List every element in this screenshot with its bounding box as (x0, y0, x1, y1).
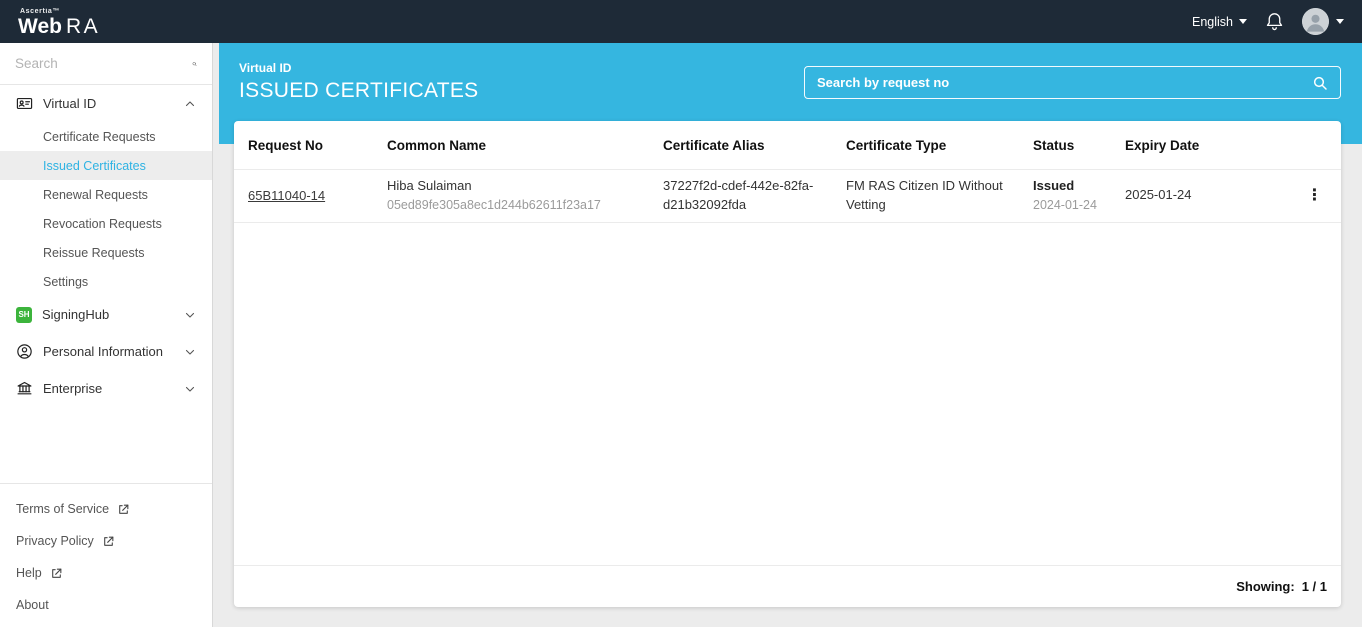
ascertia-brand-text: Ascertia™ (20, 8, 61, 15)
avatar (1302, 8, 1329, 35)
chevron-up-icon (185, 100, 195, 106)
column-header-common-name: Common Name (387, 137, 487, 153)
virtual-id-submenu: Certificate Requests Issued Certificates… (0, 122, 212, 296)
certificate-type: FM RAS Citizen ID Without Vetting (846, 178, 1003, 212)
certificate-alias-cell: 37227f2d-cdef-442e-82fa-d21b32092fda (649, 177, 832, 215)
status-cell: Issued 2024-01-24 (1019, 177, 1111, 214)
topbar-actions: English (1192, 8, 1344, 35)
notifications-bell-icon[interactable] (1264, 11, 1285, 32)
breadcrumb: Virtual ID (239, 61, 292, 75)
showing-label: Showing: (1236, 579, 1295, 594)
showing-value: 1 / 1 (1301, 579, 1327, 594)
sidebar-item-certificate-requests[interactable]: Certificate Requests (0, 122, 212, 151)
help-link[interactable]: Help (0, 557, 212, 589)
external-link-icon (51, 568, 62, 578)
about-label: About (16, 598, 49, 612)
request-search-input[interactable] (817, 75, 1312, 90)
page-title: ISSUED CERTIFICATES (239, 79, 479, 102)
terms-of-service-label: Terms of Service (16, 502, 110, 516)
column-header-status: Status (1033, 137, 1075, 153)
help-label: Help (16, 566, 42, 580)
external-link-icon (103, 536, 114, 546)
sidebar-search (0, 43, 212, 85)
common-name-cell: Hiba Sulaiman 05ed89fe305a8ec1d244b62611… (373, 177, 649, 214)
certificate-type-cell: FM RAS Citizen ID Without Vetting (832, 177, 1019, 215)
webra-brand-text: Web RA (18, 15, 101, 38)
chevron-down-icon (1336, 19, 1344, 24)
sidebar-item-label: Personal Information (43, 344, 163, 359)
privacy-policy-label: Privacy Policy (16, 534, 94, 548)
chevron-down-icon (1239, 19, 1247, 24)
search-icon[interactable] (192, 56, 197, 72)
column-header-request-no: Request No (248, 137, 324, 153)
sidebar-item-renewal-requests[interactable]: Renewal Requests (0, 180, 212, 209)
privacy-policy-link[interactable]: Privacy Policy (0, 525, 212, 557)
sidebar-item-label: Virtual ID (43, 96, 97, 111)
sidebar-item-issued-certificates[interactable]: Issued Certificates (0, 151, 212, 180)
sidebar-item-label: Enterprise (43, 381, 103, 396)
table-footer: Showing: 1 / 1 (234, 565, 1341, 607)
common-name-id: 05ed89fe305a8ec1d244b62611f23a17 (387, 198, 601, 213)
top-bar: Ascertia™ Web RA English (0, 0, 1362, 43)
sidebar-item-settings[interactable]: Settings (0, 267, 212, 296)
certificate-alias: 37227f2d-cdef-442e-82fa-d21b32092fda (663, 178, 814, 212)
about-link[interactable]: About (0, 589, 212, 621)
sidebar-item-reissue-requests[interactable]: Reissue Requests (0, 238, 212, 267)
sidebar-item-virtual-id[interactable]: Virtual ID (0, 85, 212, 122)
profile-menu[interactable] (1302, 8, 1344, 35)
sidebar: Virtual ID Certificate Requests Issued C… (0, 43, 213, 627)
sidebar-item-revocation-requests[interactable]: Revocation Requests (0, 209, 212, 238)
sidebar-item-label: SigningHub (42, 307, 110, 322)
table-row: 65B11040-14 Hiba Sulaiman 05ed89fe305a8e… (234, 170, 1341, 223)
table-header-row: Request No Common Name Certificate Alias… (234, 121, 1341, 170)
external-link-icon (119, 504, 129, 514)
expiry-date-cell: 2025-01-24 (1111, 186, 1280, 205)
status-badge: Issued (1033, 178, 1075, 194)
table-empty-space (234, 223, 1341, 565)
main-content: Virtual ID ISSUED CERTIFICATES Request N… (213, 43, 1362, 627)
status-date: 2024-01-24 (1033, 198, 1097, 213)
request-search-box (804, 66, 1341, 99)
chevron-down-icon (185, 386, 195, 392)
row-actions-kebab-icon[interactable]: ⋮ (1280, 187, 1341, 204)
sidebar-search-input[interactable] (15, 56, 192, 71)
request-no-cell: 65B11040-14 (234, 188, 373, 203)
search-icon[interactable] (1312, 75, 1328, 91)
certificates-table-card: Request No Common Name Certificate Alias… (234, 121, 1341, 607)
sidebar-item-signinghub[interactable]: SH SigningHub (0, 296, 212, 333)
signinghub-icon: SH (16, 306, 32, 323)
chevron-down-icon (185, 349, 195, 355)
language-label: English (1192, 14, 1233, 29)
terms-of-service-link[interactable]: Terms of Service (0, 493, 212, 525)
chevron-down-icon (185, 312, 195, 318)
sidebar-item-personal-information[interactable]: Personal Information (0, 333, 212, 370)
column-header-certificate-alias: Certificate Alias (663, 137, 765, 153)
language-dropdown[interactable]: English (1192, 15, 1247, 29)
id-card-icon (16, 97, 33, 110)
common-name: Hiba Sulaiman (387, 178, 472, 194)
request-no-link[interactable]: 65B11040-14 (248, 188, 325, 203)
person-circle-icon (17, 344, 32, 359)
sidebar-item-enterprise[interactable]: Enterprise (0, 370, 212, 407)
page-header-text: Virtual ID ISSUED CERTIFICATES (239, 61, 478, 103)
webra-app: Ascertia™ Web RA English Search Virtual … (0, 0, 1362, 627)
column-header-expiry-date: Expiry Date (1125, 137, 1200, 153)
sidebar-footer: Terms of Service Privacy Policy Help Abo… (0, 483, 212, 627)
column-header-certificate-type: Certificate Type (846, 137, 947, 153)
expiry-date: 2025-01-24 (1125, 187, 1192, 203)
bank-icon (17, 381, 32, 395)
webra-logo[interactable]: Ascertia™ Web RA (18, 6, 100, 37)
